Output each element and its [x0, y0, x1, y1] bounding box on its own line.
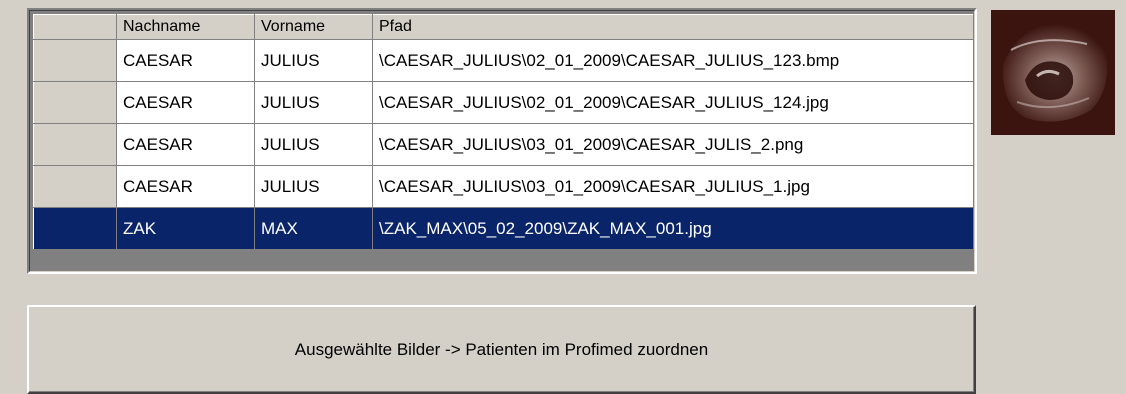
assign-images-button-label: Ausgewählte Bilder -> Patienten im Profi…: [294, 339, 709, 359]
cell-vorname[interactable]: JULIUS: [254, 39, 373, 82]
row-indicator[interactable]: [33, 165, 117, 208]
column-header-pfad[interactable]: Pfad: [372, 14, 974, 40]
cell-vorname[interactable]: JULIUS: [254, 165, 373, 208]
table-row-selected[interactable]: ZAK MAX \ZAK_MAX\05_02_2009\ZAK_MAX_001.…: [33, 207, 974, 250]
cell-vorname[interactable]: MAX: [254, 207, 373, 250]
cell-pfad[interactable]: \ZAK_MAX\05_02_2009\ZAK_MAX_001.jpg: [372, 207, 974, 250]
cell-nachname[interactable]: CAESAR: [116, 39, 255, 82]
table-header-row: Nachname Vorname Pfad: [33, 14, 974, 40]
table-row[interactable]: CAESAR JULIUS \CAESAR_JULIUS\02_01_2009\…: [33, 39, 974, 82]
cell-pfad[interactable]: \CAESAR_JULIUS\02_01_2009\CAESAR_JULIUS_…: [372, 39, 974, 82]
cell-nachname[interactable]: CAESAR: [116, 81, 255, 124]
cell-vorname[interactable]: JULIUS: [254, 81, 373, 124]
row-indicator[interactable]: [33, 207, 117, 250]
cell-vorname[interactable]: JULIUS: [254, 123, 373, 166]
row-indicator[interactable]: [33, 81, 117, 124]
cell-nachname[interactable]: CAESAR: [116, 123, 255, 166]
image-grid[interactable]: Nachname Vorname Pfad CAESAR JULIUS \CAE…: [27, 8, 977, 274]
cell-nachname[interactable]: ZAK: [116, 207, 255, 250]
row-indicator[interactable]: [33, 39, 117, 82]
assign-images-button[interactable]: Ausgewählte Bilder -> Patienten im Profi…: [27, 305, 976, 394]
cell-pfad[interactable]: \CAESAR_JULIUS\03_01_2009\CAESAR_JULIUS_…: [372, 165, 974, 208]
image-grid-inner: Nachname Vorname Pfad CAESAR JULIUS \CAE…: [29, 10, 975, 272]
table-row[interactable]: CAESAR JULIUS \CAESAR_JULIUS\03_01_2009\…: [33, 165, 974, 208]
column-header-vorname[interactable]: Vorname: [254, 14, 373, 40]
row-indicator[interactable]: [33, 123, 117, 166]
cell-pfad[interactable]: \CAESAR_JULIUS\03_01_2009\CAESAR_JULIS_2…: [372, 123, 974, 166]
table-row[interactable]: CAESAR JULIUS \CAESAR_JULIUS\02_01_2009\…: [33, 81, 974, 124]
cell-pfad[interactable]: \CAESAR_JULIUS\02_01_2009\CAESAR_JULIUS_…: [372, 81, 974, 124]
ultrasound-image-icon: [991, 10, 1115, 135]
cell-nachname[interactable]: CAESAR: [116, 165, 255, 208]
column-header-nachname[interactable]: Nachname: [116, 14, 255, 40]
ultrasound-preview-image: [991, 10, 1115, 135]
header-indicator-cell: [33, 14, 117, 40]
image-table[interactable]: Nachname Vorname Pfad CAESAR JULIUS \CAE…: [33, 14, 974, 250]
table-row[interactable]: CAESAR JULIUS \CAESAR_JULIUS\03_01_2009\…: [33, 123, 974, 166]
